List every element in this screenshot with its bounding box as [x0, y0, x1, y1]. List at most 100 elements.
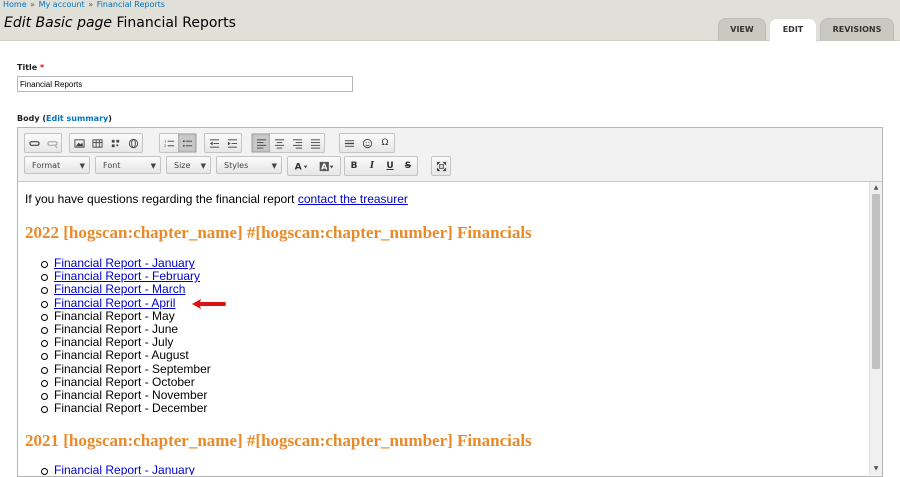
globe-icon[interactable] [124, 134, 142, 152]
background-color-icon[interactable]: A [314, 157, 340, 175]
heading-2022: 2022 [hogscan:chapter_name] #[hogscan:ch… [25, 223, 532, 242]
body-label: Body (Edit summary) [17, 114, 112, 123]
font-select[interactable]: Font ▼ [95, 156, 161, 174]
text-color-icon[interactable]: A [288, 157, 314, 175]
chevron-down-icon: ▼ [79, 162, 85, 170]
page-title-name: Financial Reports [116, 15, 236, 31]
list-group: 12 [159, 133, 197, 153]
heading-2021: 2021 [hogscan:chapter_name] #[hogscan:ch… [25, 431, 532, 450]
strikethrough-button[interactable]: S [399, 157, 417, 175]
report-text: Financial Report - November [54, 387, 208, 402]
report-link[interactable]: Financial Report - January [54, 256, 195, 270]
format-select[interactable]: Format ▼ [24, 156, 90, 174]
underline-button[interactable]: U [381, 157, 399, 175]
numbered-list-icon[interactable]: 12 [160, 134, 178, 152]
tab-bar: VIEW EDIT REVISIONS [718, 18, 894, 42]
list-item: Financial Report - December [41, 401, 211, 416]
title-input[interactable] [17, 76, 353, 92]
italic-button[interactable]: I [363, 157, 381, 175]
align-group [251, 133, 325, 153]
annotation-arrow-icon [192, 299, 226, 309]
size-select-label: Size [174, 161, 191, 170]
scroll-down-icon[interactable]: ▼ [870, 463, 882, 475]
bold-button[interactable]: B [345, 157, 363, 175]
smiley-icon[interactable] [358, 134, 376, 152]
indent-icon[interactable] [223, 134, 241, 152]
style-group: B I U S [344, 156, 418, 176]
svg-text:2: 2 [164, 144, 166, 148]
list-item: Financial Report - January [41, 463, 195, 475]
format-select-label: Format [32, 161, 61, 170]
tab-revisions[interactable]: REVISIONS [820, 18, 894, 41]
tab-edit[interactable]: EDIT [769, 18, 817, 42]
tab-view[interactable]: VIEW [718, 18, 766, 41]
body-label-text: Body [17, 114, 40, 123]
svg-text:A: A [295, 161, 303, 172]
report-list-2021: Financial Report - January [41, 463, 195, 475]
breadcrumb-account-link[interactable]: My account [39, 0, 85, 9]
breadcrumb-separator: » [30, 0, 36, 9]
special-char-button[interactable]: Ω [376, 134, 394, 152]
breadcrumb: Home » My account » Financial Reports [3, 0, 165, 9]
rich-text-editor: 12 Ω Format ▼ Font ▼ Size ▼ Styles ▼ A A… [17, 127, 883, 477]
color-group: A A [287, 156, 341, 176]
page-header: Home » My account » Financial Reports Ed… [0, 0, 900, 42]
link-icon[interactable] [25, 134, 43, 152]
breadcrumb-current-link[interactable]: Financial Reports [97, 0, 165, 9]
align-left-icon[interactable] [252, 134, 270, 152]
align-center-icon[interactable] [270, 134, 288, 152]
edit-summary-link[interactable]: Edit summary [46, 114, 108, 123]
report-text: Financial Report - June [54, 321, 179, 336]
report-link[interactable]: Financial Report - January [54, 463, 195, 475]
maximize-group [431, 156, 451, 176]
scroll-up-icon[interactable]: ▲ [870, 182, 882, 194]
justify-icon[interactable] [306, 134, 324, 152]
report-text: Financial Report - September [54, 361, 211, 376]
svg-text:A: A [321, 161, 328, 171]
report-text: Financial Report - August [54, 348, 189, 363]
horizontal-rule-icon[interactable] [340, 134, 358, 152]
styles-select[interactable]: Styles ▼ [216, 156, 282, 174]
report-text: Financial Report - May [54, 308, 175, 323]
chevron-down-icon: ▼ [200, 162, 206, 170]
qr-code-icon[interactable] [106, 134, 124, 152]
editor-content[interactable]: If you have questions regarding the fina… [18, 182, 870, 475]
link-group [24, 133, 62, 153]
svg-text:1: 1 [164, 139, 166, 143]
editor-toolbar: 12 Ω Format ▼ Font ▼ Size ▼ Styles ▼ A A… [18, 128, 882, 182]
chevron-down-icon: ▼ [150, 162, 156, 170]
outdent-icon[interactable] [205, 134, 223, 152]
intro-text: If you have questions regarding the fina… [25, 192, 298, 206]
intro-paragraph: If you have questions regarding the fina… [25, 192, 408, 206]
maximize-icon[interactable] [432, 157, 450, 175]
report-list-2022: Financial Report - January Financial Repo… [41, 256, 211, 416]
image-icon[interactable] [70, 134, 88, 152]
indent-group [204, 133, 242, 153]
bulleted-list-icon[interactable] [178, 134, 196, 152]
contact-treasurer-link[interactable]: contact the treasurer [298, 192, 408, 206]
breadcrumb-home-link[interactable]: Home [3, 0, 27, 9]
table-icon[interactable] [88, 134, 106, 152]
title-label: Title * [17, 63, 44, 72]
report-text: Financial Report - October [54, 374, 195, 389]
required-mark: * [40, 63, 45, 72]
page-title-prefix: Edit Basic page [4, 15, 113, 31]
chevron-down-icon: ▼ [271, 162, 277, 170]
font-select-label: Font [103, 161, 121, 170]
styles-select-label: Styles [224, 161, 249, 170]
breadcrumb-separator: » [88, 0, 94, 9]
report-link[interactable]: Financial Report - February [54, 269, 200, 283]
report-text: Financial Report - July [54, 335, 174, 350]
unlink-icon[interactable] [43, 134, 61, 152]
editor-scrollbar[interactable]: ▲ ▼ [869, 182, 882, 475]
page-title: Edit Basic page Financial Reports [4, 15, 236, 31]
size-select[interactable]: Size ▼ [166, 156, 211, 174]
report-link[interactable]: Financial Report - April [54, 296, 175, 310]
report-link[interactable]: Financial Report - March [54, 282, 185, 296]
scroll-thumb[interactable] [872, 194, 880, 369]
insert-group [69, 133, 143, 153]
report-text: Financial Report - December [54, 401, 208, 416]
title-label-text: Title [17, 63, 38, 72]
misc-group: Ω [339, 133, 395, 153]
align-right-icon[interactable] [288, 134, 306, 152]
